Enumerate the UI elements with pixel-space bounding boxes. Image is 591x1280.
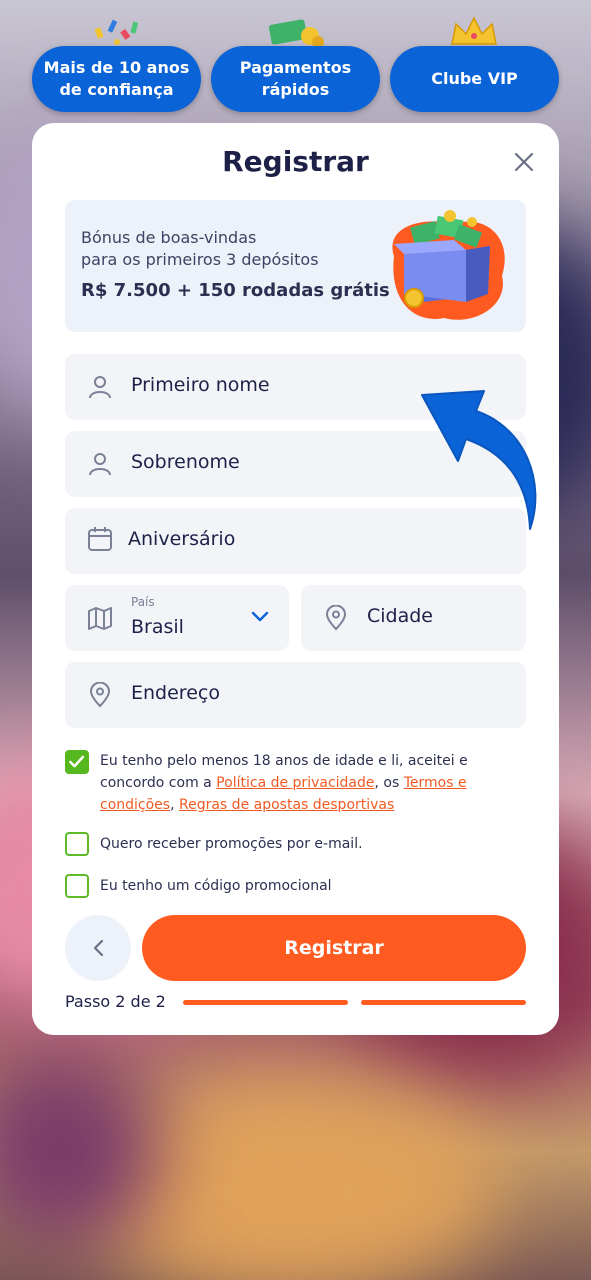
welcome-bonus-banner: Bónus de boas-vindas para os primeiros 3… bbox=[65, 200, 526, 332]
step-indicator: Passo 2 de 2 bbox=[65, 992, 166, 1011]
chevron-down-icon bbox=[251, 611, 269, 622]
birthday-placeholder: Aniversário bbox=[128, 528, 236, 550]
first-name-placeholder: Primeiro nome bbox=[131, 374, 270, 396]
promo-email-checkbox[interactable] bbox=[65, 832, 89, 856]
terms-checkbox[interactable] bbox=[65, 750, 89, 774]
step-progress-2 bbox=[361, 1000, 526, 1005]
privacy-policy-link[interactable]: Política de privacidade bbox=[216, 775, 374, 791]
location-pin-icon bbox=[89, 682, 111, 708]
promo-email-row: Quero receber promoções por e-mail. bbox=[65, 832, 526, 858]
bonus-line2: para os primeiros 3 depósitos bbox=[81, 250, 319, 269]
badge-fast-payments: Pagamentos rápidos bbox=[211, 46, 380, 112]
promo-code-row: Eu tenho um código promocional bbox=[65, 874, 526, 900]
bonus-amount: R$ 7.500 + 150 rodadas grátis bbox=[81, 280, 390, 301]
calendar-icon bbox=[88, 527, 112, 551]
pointer-arrow-icon bbox=[421, 390, 537, 530]
terms-text: Eu tenho pelo menos 18 anos de idade e l… bbox=[100, 750, 530, 816]
treasure-box-icon bbox=[392, 210, 505, 320]
badge-trust-line1: Mais de 10 anos bbox=[43, 58, 190, 77]
step-progress-1 bbox=[183, 1000, 348, 1005]
check-icon bbox=[69, 755, 85, 768]
badge-vip-label: Clube VIP bbox=[431, 69, 518, 88]
chevron-left-icon bbox=[93, 939, 104, 957]
register-button[interactable]: Registrar bbox=[142, 915, 526, 981]
back-button[interactable] bbox=[65, 915, 131, 981]
promo-code-text: Eu tenho um código promocional bbox=[100, 878, 332, 894]
address-field[interactable]: Endereço bbox=[65, 662, 526, 728]
bonus-line1: Bónus de boas-vindas bbox=[81, 228, 257, 247]
register-modal: Registrar Bónus de boas-vindas para os p… bbox=[32, 123, 559, 1035]
terms-sep2: , bbox=[170, 797, 179, 813]
user-icon bbox=[89, 376, 111, 399]
close-icon[interactable] bbox=[513, 151, 535, 173]
address-placeholder: Endereço bbox=[131, 682, 220, 704]
terms-consent-row: Eu tenho pelo menos 18 anos de idade e l… bbox=[65, 750, 526, 816]
badge-payments-line2: rápidos bbox=[261, 80, 330, 99]
modal-title: Registrar bbox=[222, 145, 369, 178]
badge-trust-line2: de confiança bbox=[59, 80, 174, 99]
country-select[interactable]: País Brasil bbox=[65, 585, 289, 651]
crown-icon bbox=[451, 16, 497, 45]
city-placeholder: Cidade bbox=[367, 605, 433, 627]
promo-email-text: Quero receber promoções por e-mail. bbox=[100, 836, 363, 852]
location-pin-icon bbox=[325, 605, 347, 631]
map-icon bbox=[88, 607, 112, 630]
sports-betting-rules-link[interactable]: Regras de apostas desportivas bbox=[179, 797, 394, 813]
user-icon bbox=[89, 453, 111, 476]
country-value: Brasil bbox=[131, 616, 184, 638]
terms-sep1: , os bbox=[374, 775, 404, 791]
promo-code-checkbox[interactable] bbox=[65, 874, 89, 898]
badge-trust: Mais de 10 anos de confiança bbox=[32, 46, 201, 112]
city-field[interactable]: Cidade bbox=[301, 585, 526, 651]
confetti-icon bbox=[94, 19, 139, 45]
country-caption: País bbox=[131, 595, 155, 609]
badge-vip-club: Clube VIP bbox=[390, 46, 559, 112]
badge-payments-line1: Pagamentos bbox=[239, 58, 352, 77]
last-name-placeholder: Sobrenome bbox=[131, 451, 240, 473]
money-icon bbox=[269, 19, 324, 48]
